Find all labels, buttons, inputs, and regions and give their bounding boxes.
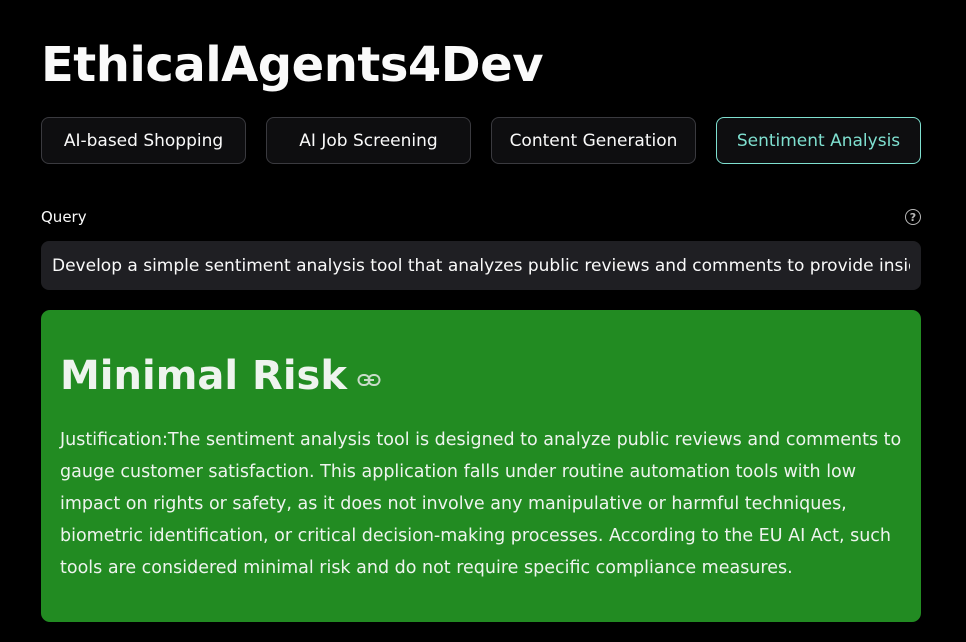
tab-sentiment-analysis[interactable]: Sentiment Analysis bbox=[716, 117, 921, 164]
query-input[interactable] bbox=[41, 241, 921, 290]
category-tabs: AI-based Shopping AI Job Screening Conte… bbox=[41, 117, 921, 164]
justification-text: Justification:The sentiment analysis too… bbox=[60, 430, 902, 578]
tab-content-generation[interactable]: Content Generation bbox=[491, 117, 696, 164]
risk-result-panel: Minimal Risk Justification:The sentiment… bbox=[41, 310, 921, 622]
question-circle-icon[interactable]: ? bbox=[905, 209, 921, 225]
risk-level-heading: Minimal Risk bbox=[60, 353, 347, 399]
risk-header: Minimal Risk bbox=[60, 348, 902, 404]
app-title: EthicalAgents4Dev bbox=[41, 37, 544, 93]
tab-ai-job-screening[interactable]: AI Job Screening bbox=[266, 117, 471, 164]
query-label-row: Query ? bbox=[41, 208, 921, 226]
query-label: Query bbox=[41, 208, 87, 226]
link-icon[interactable] bbox=[357, 373, 381, 387]
tab-ai-based-shopping[interactable]: AI-based Shopping bbox=[41, 117, 246, 164]
